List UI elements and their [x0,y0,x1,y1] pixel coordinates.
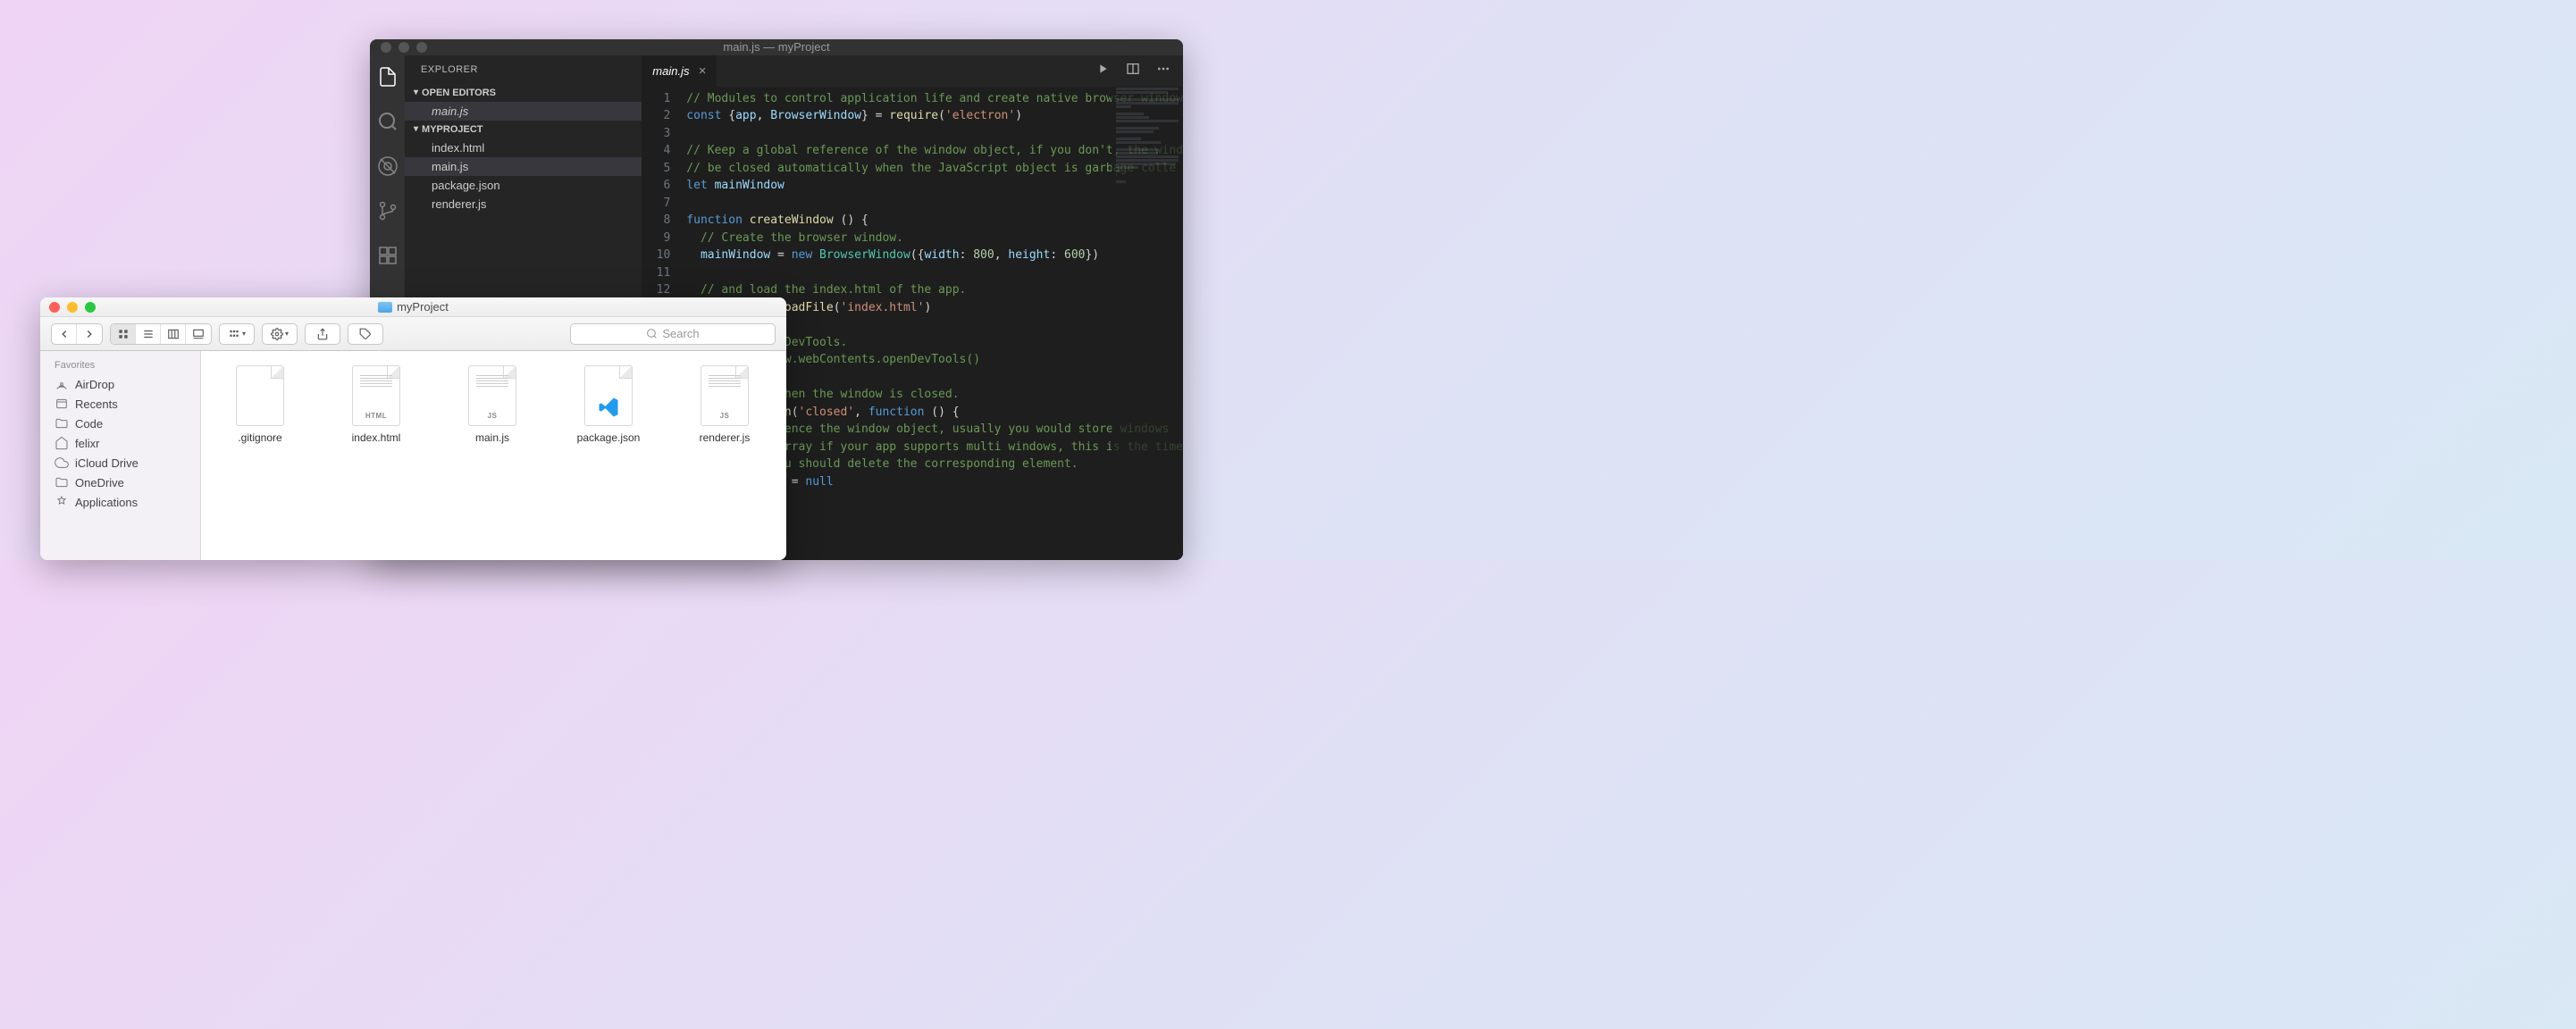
maximize-icon[interactable] [85,302,96,313]
window-title: myProject [40,300,786,314]
sidebar-favorites-header: Favorites [40,356,200,374]
vscode-titlebar[interactable]: main.js — myProject [370,39,1183,55]
close-icon[interactable] [49,302,60,313]
close-icon[interactable]: × [698,63,706,79]
open-editor-item[interactable]: main.js [405,102,642,121]
column-view-button[interactable] [161,324,186,344]
gallery-view-button[interactable] [186,324,211,344]
file-item[interactable]: HTML index.html [331,365,421,444]
project-file-item[interactable]: main.js [405,157,642,176]
chevron-down-icon: ▾ [414,124,418,134]
sidebar-item-onedrive[interactable]: OneDrive [40,473,200,492]
file-icon: HTML [352,365,400,426]
finder-titlebar[interactable]: myProject [40,297,786,317]
split-editor-icon[interactable] [1126,62,1140,80]
file-icon [584,365,633,426]
file-name: main.js [475,431,509,444]
file-item[interactable]: JS main.js [448,365,537,444]
tab-bar: main.js × [642,55,1183,87]
tab-main-js[interactable]: main.js × [642,55,717,87]
explorer-icon[interactable] [375,64,400,89]
sidebar-item-applications[interactable]: Applications [40,492,200,512]
project-file-item[interactable]: index.html [405,138,642,157]
window-title: main.js — myProject [370,40,1183,54]
finder-content[interactable]: .gitignore HTML index.html JS main.js package… [201,351,786,560]
search-input[interactable]: Search [570,323,776,345]
chevron-down-icon: ▾ [414,88,418,97]
source-control-icon[interactable] [375,198,400,223]
debug-icon[interactable] [375,154,400,179]
open-editors-header[interactable]: ▾ OPEN EDITORS [405,84,642,102]
play-icon[interactable] [1095,62,1110,80]
file-item[interactable]: package.json [564,365,653,444]
forward-button[interactable] [77,324,102,344]
sidebar-item-code[interactable]: Code [40,414,200,433]
traffic-lights [381,42,427,53]
finder-toolbar: ▾ ▾ Search [40,317,786,351]
sidebar-item-icloud-drive[interactable]: iCloud Drive [40,453,200,473]
list-view-button[interactable] [136,324,161,344]
minimize-icon[interactable] [399,42,409,53]
back-button[interactable] [52,324,77,344]
more-icon[interactable] [1156,62,1171,80]
search-icon[interactable] [375,109,400,134]
traffic-lights [49,302,96,313]
maximize-icon[interactable] [416,42,427,53]
action-button[interactable]: ▾ [262,323,298,345]
project-file-item[interactable]: renderer.js [405,195,642,213]
finder-sidebar: Favorites AirDropRecentsCodefelixriCloud… [40,351,201,560]
sidebar-item-airdrop[interactable]: AirDrop [40,374,200,394]
explorer-header: EXPLORER [405,55,642,84]
file-name: renderer.js [700,431,751,444]
file-name: package.json [577,431,641,444]
view-mode-buttons [110,323,212,345]
arrange-button[interactable]: ▾ [219,323,255,345]
tab-label: main.js [652,64,689,78]
close-icon[interactable] [381,42,391,53]
project-header[interactable]: ▾ MYPROJECT [405,121,642,138]
file-item[interactable]: .gitignore [215,365,305,444]
sidebar-item-felixr[interactable]: felixr [40,433,200,453]
share-button[interactable] [305,323,340,345]
minimize-icon[interactable] [67,302,78,313]
sidebar-item-recents[interactable]: Recents [40,394,200,414]
file-icon [236,365,284,426]
file-name: index.html [352,431,401,444]
finder-window: myProject ▾ ▾ Search Favorites AirDropRe… [40,297,786,560]
nav-buttons [51,323,103,345]
extensions-icon[interactable] [375,243,400,268]
file-icon: JS [701,365,749,426]
file-item[interactable]: JS renderer.js [680,365,769,444]
search-icon [646,328,658,339]
tags-button[interactable] [348,323,383,345]
project-file-item[interactable]: package.json [405,176,642,195]
folder-icon [378,302,392,313]
file-name: .gitignore [238,431,281,444]
minimap[interactable] [1112,87,1183,561]
file-icon: JS [468,365,516,426]
icon-view-button[interactable] [111,324,136,344]
